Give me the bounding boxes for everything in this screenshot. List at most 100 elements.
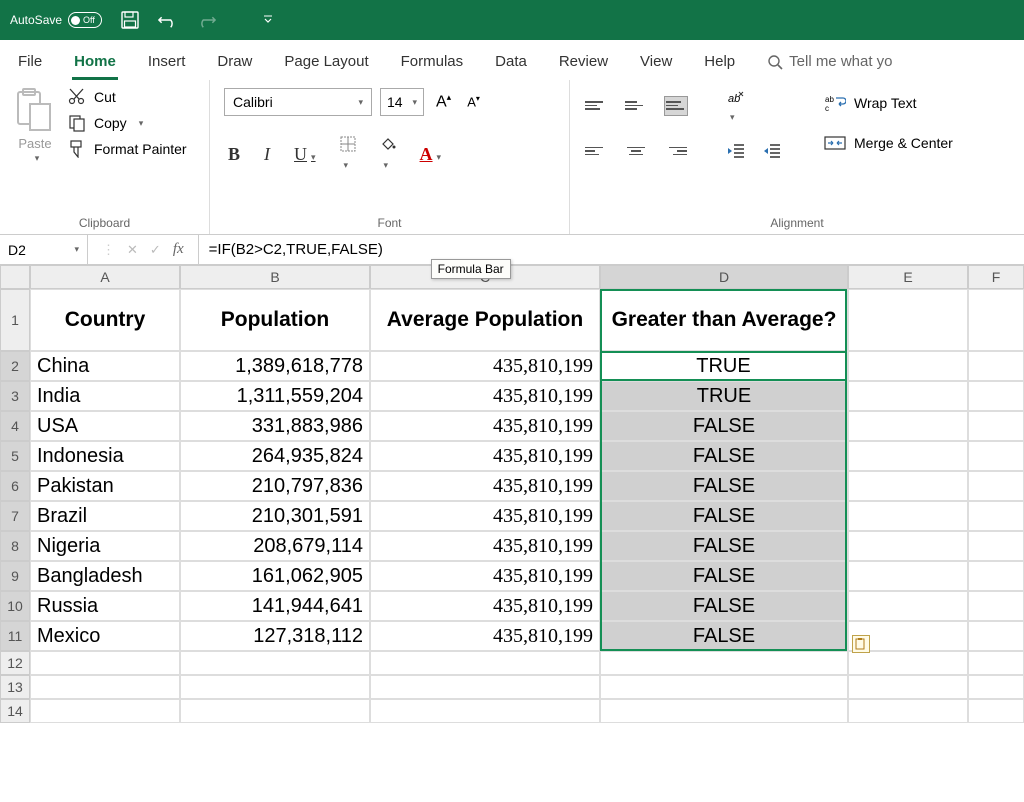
font-color-button[interactable]: A▾ <box>416 142 446 167</box>
cell-E14[interactable] <box>848 699 968 723</box>
tab-review[interactable]: Review <box>557 47 610 80</box>
italic-button[interactable]: I <box>260 142 274 167</box>
cell-C1[interactable]: Average Population <box>370 289 600 351</box>
cell-F6[interactable] <box>968 471 1024 501</box>
cell-D5[interactable]: FALSE <box>600 441 848 471</box>
row-header-1[interactable]: 1 <box>0 289 30 351</box>
cell-C2[interactable]: 435,810,199 <box>370 351 600 381</box>
column-header-B[interactable]: B <box>180 265 370 289</box>
cell-F14[interactable] <box>968 699 1024 723</box>
enter-formula-icon[interactable]: ✓ <box>150 242 161 258</box>
cell-F5[interactable] <box>968 441 1024 471</box>
cell-B6[interactable]: 210,797,836 <box>180 471 370 501</box>
decrease-font-button[interactable]: A▾ <box>463 92 484 111</box>
copy-button[interactable]: Copy ▾ <box>68 114 187 132</box>
cell-F2[interactable] <box>968 351 1024 381</box>
orientation-button[interactable]: ab▾ <box>726 88 746 123</box>
cell-B14[interactable] <box>180 699 370 723</box>
format-painter-button[interactable]: Format Painter <box>68 140 187 158</box>
cell-F12[interactable] <box>968 651 1024 675</box>
cell-D4[interactable]: FALSE <box>600 411 848 441</box>
cell-C3[interactable]: 435,810,199 <box>370 381 600 411</box>
qat-dropdown-icon[interactable] <box>258 10 278 30</box>
cell-C5[interactable]: 435,810,199 <box>370 441 600 471</box>
column-header-E[interactable]: E <box>848 265 968 289</box>
cell-E8[interactable] <box>848 531 968 561</box>
cell-F13[interactable] <box>968 675 1024 699</box>
cell-E7[interactable] <box>848 501 968 531</box>
spreadsheet-grid[interactable]: ABCDEF1CountryPopulationAverage Populati… <box>0 265 1024 723</box>
tab-draw[interactable]: Draw <box>215 47 254 80</box>
align-left-button[interactable] <box>584 141 608 161</box>
cell-E12[interactable] <box>848 651 968 675</box>
cancel-formula-icon[interactable]: ✕ <box>127 242 138 258</box>
row-header-6[interactable]: 6 <box>0 471 30 501</box>
formula-bar[interactable]: =IF(B2>C2,TRUE,FALSE) Formula Bar <box>199 235 1024 264</box>
row-header-9[interactable]: 9 <box>0 561 30 591</box>
cell-A7[interactable]: Brazil <box>30 501 180 531</box>
tell-me-search[interactable]: Tell me what yo <box>765 47 894 80</box>
cell-B11[interactable]: 127,318,112 <box>180 621 370 651</box>
cell-A13[interactable] <box>30 675 180 699</box>
cut-button[interactable]: Cut <box>68 88 187 106</box>
cell-A9[interactable]: Bangladesh <box>30 561 180 591</box>
cell-A12[interactable] <box>30 651 180 675</box>
autosave-toggle[interactable]: AutoSave Off <box>10 12 102 28</box>
row-header-10[interactable]: 10 <box>0 591 30 621</box>
cell-D12[interactable] <box>600 651 848 675</box>
column-header-F[interactable]: F <box>968 265 1024 289</box>
row-header-12[interactable]: 12 <box>0 651 30 675</box>
cell-F10[interactable] <box>968 591 1024 621</box>
cell-B8[interactable]: 208,679,114 <box>180 531 370 561</box>
row-header-4[interactable]: 4 <box>0 411 30 441</box>
cell-B12[interactable] <box>180 651 370 675</box>
cell-F8[interactable] <box>968 531 1024 561</box>
increase-font-button[interactable]: A▴ <box>432 90 455 113</box>
cell-D1[interactable]: Greater than Average? <box>600 289 848 351</box>
cell-E10[interactable] <box>848 591 968 621</box>
tab-help[interactable]: Help <box>702 47 737 80</box>
cell-A14[interactable] <box>30 699 180 723</box>
cell-D10[interactable]: FALSE <box>600 591 848 621</box>
tab-data[interactable]: Data <box>493 47 529 80</box>
tab-page-layout[interactable]: Page Layout <box>282 47 370 80</box>
cell-A4[interactable]: USA <box>30 411 180 441</box>
cell-C4[interactable]: 435,810,199 <box>370 411 600 441</box>
row-header-7[interactable]: 7 <box>0 501 30 531</box>
cell-A2[interactable]: China <box>30 351 180 381</box>
align-center-button[interactable] <box>624 141 648 161</box>
cell-B4[interactable]: 331,883,986 <box>180 411 370 441</box>
align-middle-button[interactable] <box>624 96 648 116</box>
cell-C8[interactable]: 435,810,199 <box>370 531 600 561</box>
tab-formulas[interactable]: Formulas <box>399 47 466 80</box>
cell-C7[interactable]: 435,810,199 <box>370 501 600 531</box>
tab-insert[interactable]: Insert <box>146 47 188 80</box>
column-header-D[interactable]: D <box>600 265 848 289</box>
cell-A11[interactable]: Mexico <box>30 621 180 651</box>
align-bottom-button[interactable] <box>664 96 688 116</box>
cell-C6[interactable]: 435,810,199 <box>370 471 600 501</box>
undo-icon[interactable] <box>158 10 178 30</box>
save-icon[interactable] <box>120 10 140 30</box>
decrease-indent-button[interactable] <box>726 142 746 160</box>
column-header-A[interactable]: A <box>30 265 180 289</box>
cell-F1[interactable] <box>968 289 1024 351</box>
wrap-text-button[interactable]: abc Wrap Text <box>824 94 953 112</box>
cell-E1[interactable] <box>848 289 968 351</box>
underline-button[interactable]: U▾ <box>290 142 320 167</box>
tab-view[interactable]: View <box>638 47 674 80</box>
cell-D14[interactable] <box>600 699 848 723</box>
align-top-button[interactable] <box>584 96 608 116</box>
border-button[interactable]: ▾ <box>336 134 360 175</box>
cell-C11[interactable]: 435,810,199 <box>370 621 600 651</box>
cell-B9[interactable]: 161,062,905 <box>180 561 370 591</box>
paste-button[interactable]: Paste ▾ <box>14 88 56 164</box>
paste-options-icon[interactable] <box>852 635 870 653</box>
row-header-14[interactable]: 14 <box>0 699 30 723</box>
cell-E13[interactable] <box>848 675 968 699</box>
cell-C13[interactable] <box>370 675 600 699</box>
font-size-select[interactable]: 14 ▾ <box>380 88 424 116</box>
cell-D2[interactable]: TRUE <box>600 351 848 381</box>
font-name-select[interactable]: Calibri ▾ <box>224 88 372 116</box>
row-header-13[interactable]: 13 <box>0 675 30 699</box>
